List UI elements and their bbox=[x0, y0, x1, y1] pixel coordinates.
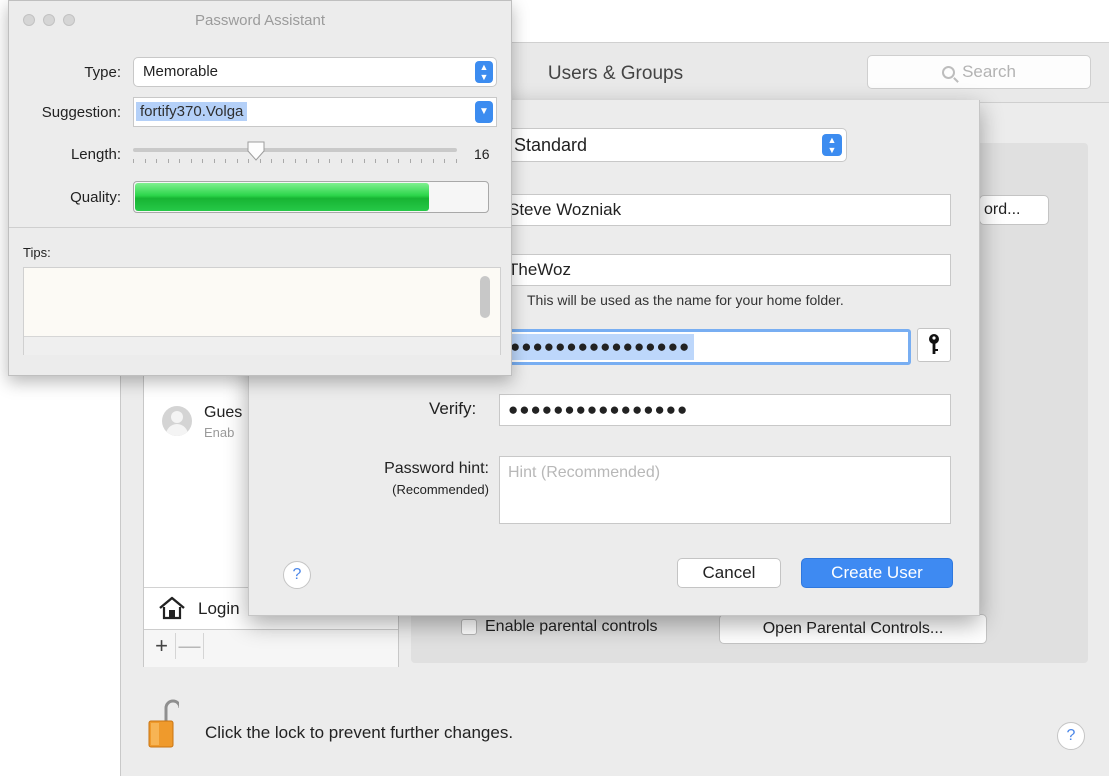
open-parental-controls-button[interactable]: Open Parental Controls... bbox=[719, 614, 987, 644]
password-assistant-button[interactable] bbox=[917, 328, 951, 362]
key-icon bbox=[929, 334, 939, 354]
chevron-down-icon[interactable]: ▼ bbox=[475, 101, 493, 123]
full-name-field[interactable]: Steve Wozniak bbox=[499, 194, 951, 226]
account-name-note: This will be used as the name for your h… bbox=[527, 292, 844, 308]
popup-arrows-icon: ▲ ▼ bbox=[475, 61, 493, 83]
tips-text-area bbox=[23, 267, 501, 355]
password-type-popup[interactable]: Memorable ▲ ▼ bbox=[133, 57, 497, 87]
slider-knob[interactable] bbox=[247, 141, 265, 161]
house-icon bbox=[159, 596, 185, 620]
help-button[interactable]: ? bbox=[1057, 722, 1085, 750]
account-name-field[interactable]: TheWoz bbox=[499, 254, 951, 286]
verify-password-field[interactable]: ●●●●●●●●●●●●●●●● bbox=[499, 394, 951, 426]
password-value: ●●●●●●●●●●●●●●●● bbox=[508, 334, 695, 360]
guest-user-name: Gues bbox=[204, 404, 243, 421]
password-field[interactable]: ●●●●●●●●●●●●●●●● bbox=[499, 329, 911, 365]
account-type-value: Standard bbox=[514, 135, 588, 155]
remove-user-button[interactable]: — bbox=[176, 633, 204, 659]
tips-footer bbox=[24, 336, 500, 355]
login-options-label: Login bbox=[198, 599, 240, 618]
sheet-help-button[interactable]: ? bbox=[283, 561, 311, 589]
guest-user-status: Enab bbox=[204, 425, 235, 440]
add-user-button[interactable]: + bbox=[148, 633, 176, 659]
list-footer: + — bbox=[144, 629, 398, 667]
verify-label: Verify: bbox=[429, 399, 477, 418]
guest-avatar-icon bbox=[162, 406, 192, 436]
search-icon bbox=[942, 65, 956, 79]
parental-controls-checkbox[interactable] bbox=[461, 619, 477, 635]
panel-titlebar: Password Assistant bbox=[9, 1, 511, 41]
quality-meter-fill bbox=[135, 183, 429, 211]
suggestion-label: Suggestion: bbox=[41, 104, 121, 121]
account-type-popup[interactable]: Standard ▲ ▼ bbox=[507, 128, 847, 162]
tips-scrollbar[interactable] bbox=[480, 276, 490, 318]
search-field[interactable]: Search bbox=[867, 55, 1091, 89]
divider bbox=[9, 227, 511, 228]
quality-label: Quality: bbox=[70, 189, 121, 206]
password-hint-sublabel: (Recommended) bbox=[392, 482, 489, 497]
length-slider[interactable] bbox=[133, 141, 457, 171]
length-label: Length: bbox=[70, 146, 121, 163]
password-assistant-panel: Password Assistant Type: Memorable ▲ ▼ Su… bbox=[8, 0, 512, 376]
suggestion-combobox[interactable]: fortify370.Volga ▼ bbox=[133, 97, 497, 127]
panel-title: Password Assistant bbox=[194, 12, 326, 29]
cancel-button[interactable]: Cancel bbox=[677, 558, 781, 588]
suggestion-value: fortify370.Volga bbox=[136, 102, 248, 121]
password-hint-label: Password hint: bbox=[384, 460, 489, 477]
type-label: Type: bbox=[84, 64, 121, 81]
slider-track bbox=[133, 148, 457, 152]
search-placeholder: Search bbox=[962, 62, 1016, 81]
reset-password-button[interactable]: ord... bbox=[979, 195, 1049, 225]
lock-status-text: Click the lock to prevent further change… bbox=[205, 723, 514, 742]
popup-arrows-icon: ▲ ▼ bbox=[822, 134, 842, 156]
unlocked-lock-icon[interactable] bbox=[147, 697, 179, 749]
parental-controls-label: Enable parental controls bbox=[485, 618, 658, 635]
password-type-value: Memorable bbox=[143, 63, 219, 80]
length-value: 16 bbox=[474, 146, 490, 162]
password-hint-field[interactable]: Hint (Recommended) bbox=[499, 456, 951, 524]
create-user-button[interactable]: Create User bbox=[801, 558, 953, 588]
tips-label: Tips: bbox=[23, 245, 51, 260]
quality-meter bbox=[133, 181, 489, 213]
